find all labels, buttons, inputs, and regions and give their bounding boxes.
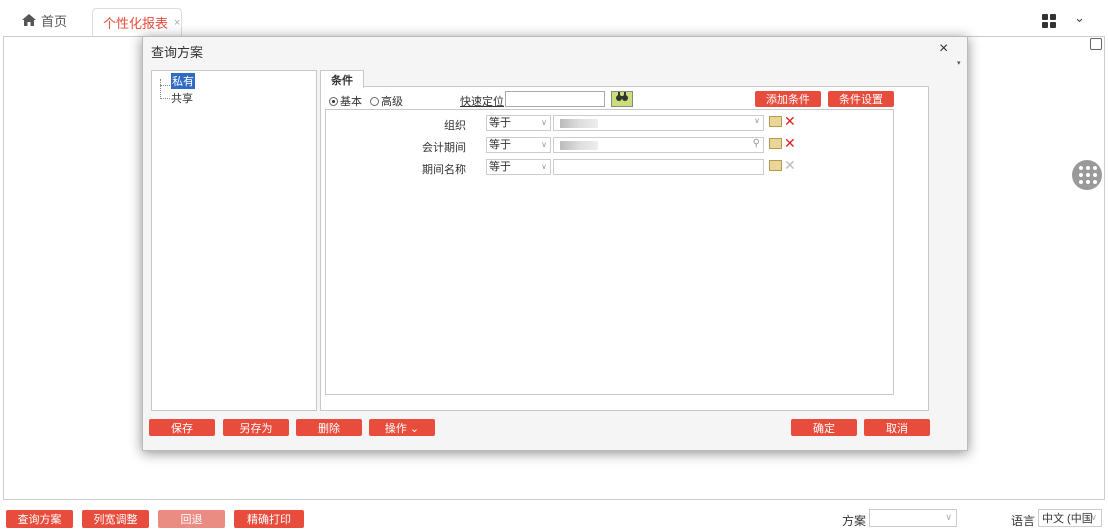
tab-conditions[interactable]: 条件 (320, 70, 364, 88)
condition-list: 组织 等于 ∨ ∨ ✕ 会计期间 等于 ∨ ⚲ ✕ 期间名称 等于 ∨ ✕ (325, 109, 894, 395)
quick-locate-input[interactable] (505, 91, 605, 107)
radio-unchecked-icon (370, 96, 379, 106)
condition-row: 期间名称 等于 ∨ ✕ (326, 157, 893, 176)
back-button[interactable]: 回退 (158, 510, 225, 528)
condition-label: 组织 (444, 120, 466, 132)
tab-home-label: 首页 (41, 13, 68, 29)
home-icon (22, 14, 36, 26)
save-button[interactable]: 保存 (149, 419, 215, 436)
chevron-down-icon: ∨ (945, 512, 952, 522)
condition-label: 期间名称 (422, 164, 466, 176)
condition-operator-select[interactable]: 等于 ∨ (486, 137, 551, 153)
operator-value: 等于 (489, 161, 511, 173)
edit-condition-icon[interactable] (769, 116, 782, 127)
precise-print-button[interactable]: 精确打印 (234, 510, 304, 528)
radio-advanced-label: 高级 (381, 96, 403, 108)
delete-condition-icon[interactable]: ✕ (784, 135, 796, 152)
tree-node-private[interactable]: 私有 (171, 73, 195, 89)
collapse-icon[interactable]: ▾ (957, 59, 961, 67)
operator-value: 等于 (489, 139, 511, 151)
condition-settings-button[interactable]: 条件设置 (828, 91, 894, 107)
operate-button[interactable]: 操作 ⌄ (369, 419, 435, 436)
language-select[interactable]: 中文 (中国 ∨ (1038, 509, 1102, 527)
redacted-value (560, 141, 598, 150)
binoculars-icon[interactable] (611, 91, 633, 107)
language-label: 语言 (1011, 514, 1036, 528)
radio-advanced[interactable]: 高级 (370, 93, 403, 109)
floating-menu-icon[interactable] (1072, 160, 1102, 190)
radio-checked-icon (329, 96, 338, 106)
chevron-down-icon: ∨ (1090, 512, 1097, 522)
save-as-button[interactable]: 另存为 (223, 419, 289, 436)
condition-row: 会计期间 等于 ∨ ⚲ ✕ (326, 135, 893, 154)
radio-basic-label: 基本 (340, 96, 362, 108)
chevron-down-icon: ∨ (754, 116, 760, 125)
app-grid-icon[interactable] (1042, 14, 1056, 28)
dialog-title: 查询方案 (151, 45, 204, 60)
operator-value: 等于 (489, 117, 511, 129)
plan-select[interactable]: ∨ (869, 509, 957, 527)
top-tab-bar: 首页 个性化报表 × ⌄ (0, 0, 1108, 36)
condition-value-search[interactable]: ⚲ (553, 137, 764, 153)
plan-tree: 私有 共享 (151, 70, 317, 411)
tab-personalized-report[interactable]: 个性化报表 × (92, 8, 182, 36)
edit-condition-icon[interactable] (769, 160, 782, 171)
close-icon[interactable]: × (939, 40, 948, 58)
add-condition-button[interactable]: 添加条件 (755, 91, 821, 107)
delete-condition-icon[interactable]: ✕ (784, 113, 796, 130)
confirm-button[interactable]: 确定 (791, 419, 857, 436)
chevron-down-icon: ∨ (541, 140, 547, 149)
condition-row: 组织 等于 ∨ ∨ ✕ (326, 113, 893, 132)
tab-report-label: 个性化报表 (103, 16, 169, 31)
tab-close-icon[interactable]: × (174, 17, 180, 29)
column-width-button[interactable]: 列宽调整 (82, 510, 149, 528)
edit-condition-icon[interactable] (769, 138, 782, 149)
condition-operator-select[interactable]: 等于 ∨ (486, 159, 551, 175)
delete-condition-icon[interactable]: ✕ (784, 157, 796, 174)
delete-button[interactable]: 删除 (296, 419, 362, 436)
condition-value-input[interactable] (553, 159, 764, 175)
cancel-button[interactable]: 取消 (864, 419, 930, 436)
plan-label: 方案 (842, 514, 867, 528)
tree-node-shared[interactable]: 共享 (171, 90, 193, 106)
chevron-down-icon: ∨ (541, 118, 547, 127)
chevron-down-icon: ∨ (541, 162, 547, 171)
tab-home[interactable]: 首页 (22, 10, 67, 30)
quick-locate-label[interactable]: 快速定位 (460, 93, 504, 109)
search-icon[interactable]: ⚲ (753, 138, 760, 149)
fullscreen-icon[interactable] (1090, 38, 1102, 50)
condition-label: 会计期间 (422, 142, 466, 154)
query-plan-button[interactable]: 查询方案 (6, 510, 73, 528)
chevron-down-icon[interactable]: ⌄ (1074, 10, 1085, 26)
condition-operator-select[interactable]: 等于 ∨ (486, 115, 551, 131)
condition-value-dropdown[interactable]: ∨ (553, 115, 764, 131)
redacted-value (560, 119, 598, 128)
language-select-value: 中文 (中国 (1042, 513, 1093, 525)
query-plan-dialog: 查询方案 × ▾ 私有 共享 条件 基本 高级 快速定位 添加条件 条件设置 组… (142, 36, 968, 451)
radio-basic[interactable]: 基本 (329, 93, 362, 109)
